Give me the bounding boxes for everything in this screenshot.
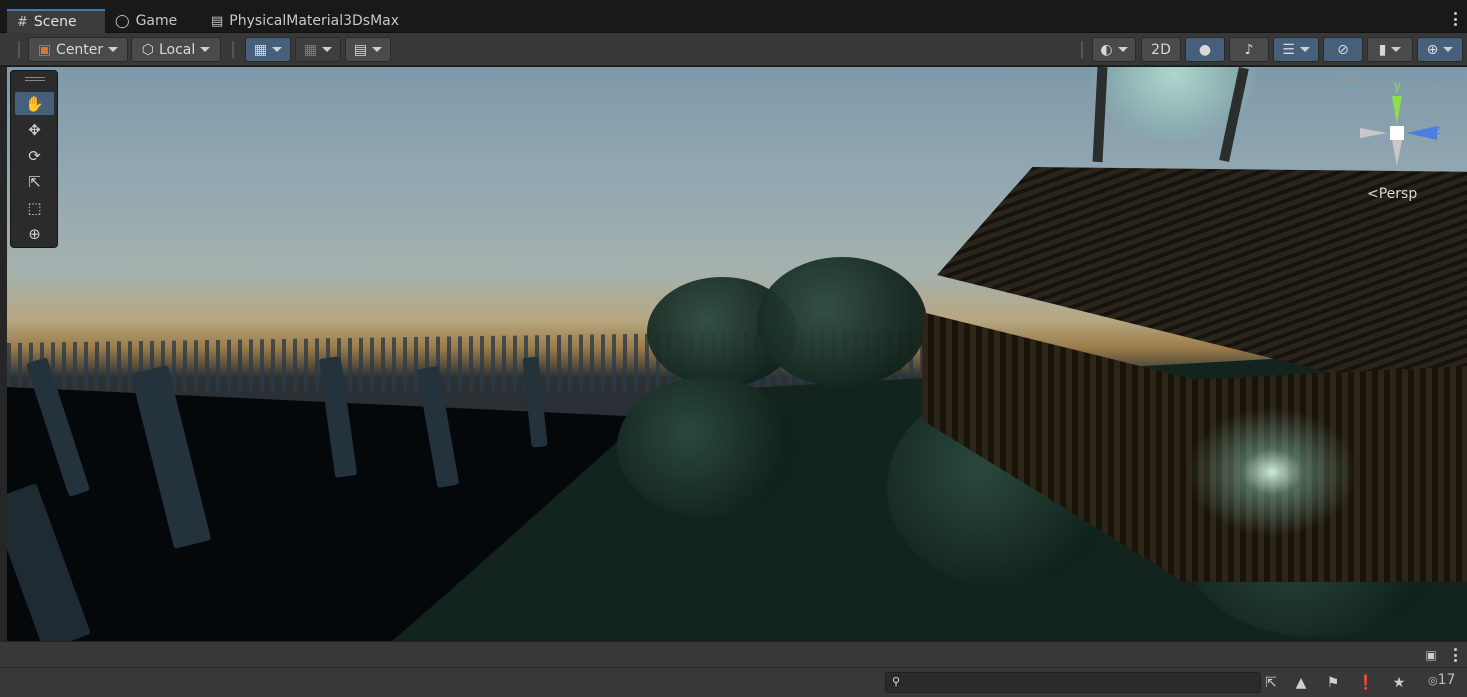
gizmo-x-cone: [1360, 128, 1387, 138]
scene-audio-toggle[interactable]: ♪: [1229, 37, 1269, 62]
pivot-center-dropdown[interactable]: ▣ Center: [28, 37, 128, 62]
camera-settings-dropdown[interactable]: ▮: [1367, 37, 1413, 62]
chevron-down-icon: [1391, 47, 1402, 52]
gizmo-y-cone: [1392, 96, 1402, 124]
chevron-down-icon: [1443, 47, 1454, 52]
scene-toolbar: ▣ Center ⬡ Local ▦ ▦ ▤ ◐ 2D ● ♪ ☰ ⊘ ▮ ⊕: [0, 33, 1467, 66]
grid-snap-icon: ▦: [253, 41, 268, 58]
panel-grip[interactable]: [25, 77, 45, 81]
toggle-2d-button[interactable]: 2D: [1141, 37, 1181, 62]
pivot-center-icon: ▣: [37, 41, 52, 58]
chevron-down-icon: [322, 47, 333, 52]
tab-physical-material-label: PhysicalMaterial3DsMax: [229, 13, 400, 29]
warning-icon[interactable]: ❗: [1355, 672, 1377, 693]
tree-foliage: [617, 377, 797, 517]
tab-scene-label: Scene: [33, 14, 77, 30]
toggle-2d-label: 2D: [1151, 41, 1171, 58]
audio-mute-icon: ♪: [1244, 41, 1254, 58]
toolbar-grip: [18, 41, 20, 58]
rect-tool-icon[interactable]: ⬚: [15, 196, 54, 219]
hand-tool-icon[interactable]: ✋: [15, 92, 54, 115]
grid-icon: #: [17, 14, 28, 30]
lower-panel-toolbar: ⚲ ⇱ ▲ ⚑ ❗ ★ ◎17: [0, 667, 1467, 697]
camera-icon: ▮: [1378, 41, 1387, 58]
rotate-tool-icon[interactable]: ⟳: [15, 144, 54, 167]
tab-options-kebab-icon[interactable]: [1453, 12, 1457, 26]
move-tool-icon[interactable]: ✥: [15, 118, 54, 141]
cube-icon: ⬡: [141, 41, 154, 58]
gamepad-icon: ◯: [115, 13, 130, 29]
hidden-count-value: 17: [1437, 672, 1456, 688]
chevron-down-icon: [1299, 47, 1310, 52]
gizmo-negy-cone: [1392, 140, 1402, 166]
tab-scene[interactable]: # Scene: [7, 9, 105, 33]
gizmo-z-label: z: [1434, 123, 1440, 137]
toolbar-separator-right: [1081, 41, 1083, 58]
chevron-down-icon: [200, 47, 211, 52]
tab-game[interactable]: ◯ Game: [105, 9, 195, 33]
gizmo-y-label: y: [1394, 79, 1401, 93]
lock-icon[interactable]: ▣: [1420, 644, 1442, 665]
gizmo-z-cone: [1407, 126, 1437, 140]
tree-foliage: [757, 257, 927, 387]
grid-snapping-button[interactable]: ▦: [295, 37, 341, 62]
snap-to-grid-icon: ▦: [303, 41, 318, 58]
chevron-down-icon: [372, 47, 383, 52]
tag-icon[interactable]: ⚑: [1322, 672, 1344, 693]
perspective-chevron-icon: <: [1367, 186, 1379, 202]
lower-panel-header: ▣: [0, 641, 1467, 667]
toolbar-separator: [232, 41, 234, 58]
eye-slash-icon: ⊘: [1337, 41, 1349, 58]
scale-tool-icon[interactable]: ⇱: [15, 170, 54, 193]
pivot-space-label: Local: [158, 41, 196, 58]
gizmo-center-cube: [1390, 126, 1404, 140]
panel-options-kebab-icon[interactable]: [1453, 648, 1457, 662]
draw-mode-dropdown[interactable]: ◐: [1092, 37, 1136, 62]
tab-physical-material[interactable]: ▤ PhysicalMaterial3DsMax: [201, 9, 431, 33]
scene-effects-dropdown[interactable]: ☰: [1273, 37, 1319, 62]
grid-visibility-button[interactable]: ▦: [245, 37, 291, 62]
pivot-center-label: Center: [56, 41, 104, 58]
ruler-icon: ▤: [353, 41, 368, 58]
gizmos-dropdown[interactable]: ⊕: [1417, 37, 1463, 62]
transform-tools-panel: ✋ ✥ ⟳ ⇱ ⬚ ⊕: [10, 70, 58, 248]
eye-icon: ◎: [1428, 674, 1438, 687]
projection-label: Persp: [1378, 186, 1418, 202]
chevron-down-icon: [108, 47, 119, 52]
filter-by-type-icon[interactable]: ▲: [1290, 672, 1312, 693]
gizmo-globe-icon: ⊕: [1426, 41, 1439, 58]
search-icon: ⚲: [892, 675, 901, 688]
scene-lighting-toggle[interactable]: ●: [1185, 37, 1225, 62]
orientation-gizmo[interactable]: y z: [1352, 76, 1447, 171]
transform-tool-icon[interactable]: ⊕: [15, 222, 54, 245]
hidden-count[interactable]: ◎17: [1428, 672, 1455, 688]
chevron-down-icon: [1117, 47, 1128, 52]
star-icon[interactable]: ★: [1388, 672, 1410, 693]
increment-snap-button[interactable]: ▤: [345, 37, 391, 62]
projection-toggle[interactable]: <Persp: [1367, 186, 1417, 202]
tab-game-label: Game: [135, 13, 178, 29]
scene-visibility-toggle[interactable]: ⊘: [1323, 37, 1363, 62]
shading-mode-icon: ◐: [1100, 41, 1113, 58]
editor-tab-bar: # Scene ◯ Game ▤ PhysicalMaterial3DsMax: [0, 0, 1467, 33]
layers-effects-icon: ☰: [1282, 41, 1295, 58]
search-field[interactable]: ⚲: [885, 672, 1261, 693]
chevron-down-icon: [272, 47, 283, 52]
search-by-type-icon[interactable]: ⇱: [1260, 672, 1282, 693]
scene-viewport[interactable]: [7, 67, 1467, 641]
wall-lamp-glow: [1187, 407, 1357, 537]
script-icon: ▤: [211, 13, 224, 29]
scene-left-edge: [0, 67, 7, 641]
lightbulb-icon: ●: [1198, 41, 1212, 58]
pivot-space-dropdown[interactable]: ⬡ Local: [131, 37, 221, 62]
